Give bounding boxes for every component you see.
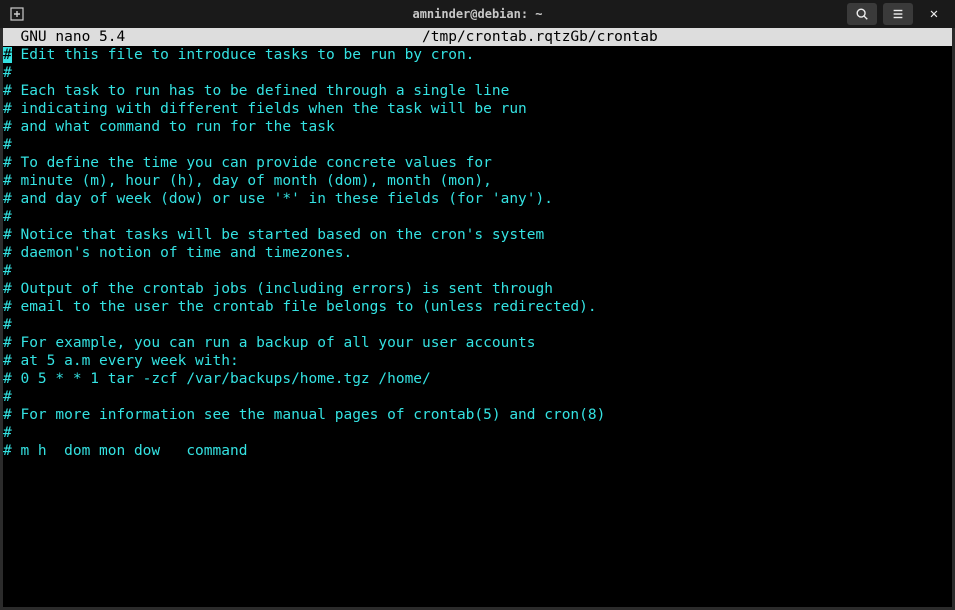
text-cursor: # — [3, 47, 12, 63]
titlebar-left-group — [6, 3, 28, 25]
menu-button[interactable] — [883, 3, 913, 25]
file-line: # daemon's notion of time and timezones. — [3, 244, 952, 262]
nano-header: GNU nano 5.4 /tmp/crontab.rqtzGb/crontab — [3, 28, 952, 46]
file-line-text: Edit this file to introduce tasks to be … — [12, 47, 475, 63]
file-line: # indicating with different fields when … — [3, 100, 952, 118]
file-line: # m h dom mon dow command — [3, 442, 952, 460]
file-line: # To define the time you can provide con… — [3, 154, 952, 172]
file-line: # — [3, 136, 952, 154]
search-icon — [855, 7, 869, 21]
window-titlebar: amninder@debian: ~ ✕ — [0, 0, 955, 28]
hamburger-icon — [891, 7, 905, 21]
nano-app-name: GNU nano 5.4 — [3, 29, 125, 45]
window-title: amninder@debian: ~ — [412, 7, 542, 21]
new-tab-button[interactable] — [6, 3, 28, 25]
file-line: # Output of the crontab jobs (including … — [3, 280, 952, 298]
terminal-container: GNU nano 5.4 /tmp/crontab.rqtzGb/crontab… — [0, 28, 955, 610]
file-line: # and day of week (dow) or use '*' in th… — [3, 190, 952, 208]
file-line: # minute (m), hour (h), day of month (do… — [3, 172, 952, 190]
close-button[interactable]: ✕ — [919, 3, 949, 25]
file-line: # — [3, 262, 952, 280]
file-line: # — [3, 388, 952, 406]
file-content: # Edit this file to introduce tasks to b… — [3, 46, 952, 460]
file-line: # Edit this file to introduce tasks to b… — [3, 46, 952, 64]
file-line: # at 5 a.m every week with: — [3, 352, 952, 370]
file-line: # — [3, 316, 952, 334]
file-line: # Each task to run has to be defined thr… — [3, 82, 952, 100]
terminal[interactable]: GNU nano 5.4 /tmp/crontab.rqtzGb/crontab… — [3, 28, 952, 607]
nano-file-path: /tmp/crontab.rqtzGb/crontab — [422, 29, 658, 45]
file-line: # — [3, 208, 952, 226]
file-line: # Notice that tasks will be started base… — [3, 226, 952, 244]
file-line: # email to the user the crontab file bel… — [3, 298, 952, 316]
file-line: # 0 5 * * 1 tar -zcf /var/backups/home.t… — [3, 370, 952, 388]
search-button[interactable] — [847, 3, 877, 25]
file-line: # — [3, 64, 952, 82]
file-line: # — [3, 424, 952, 442]
titlebar-right-group: ✕ — [847, 3, 949, 25]
new-tab-icon — [9, 6, 25, 22]
close-icon: ✕ — [930, 6, 938, 22]
file-line: # For more information see the manual pa… — [3, 406, 952, 424]
file-line: # For example, you can run a backup of a… — [3, 334, 952, 352]
file-line: # and what command to run for the task — [3, 118, 952, 136]
